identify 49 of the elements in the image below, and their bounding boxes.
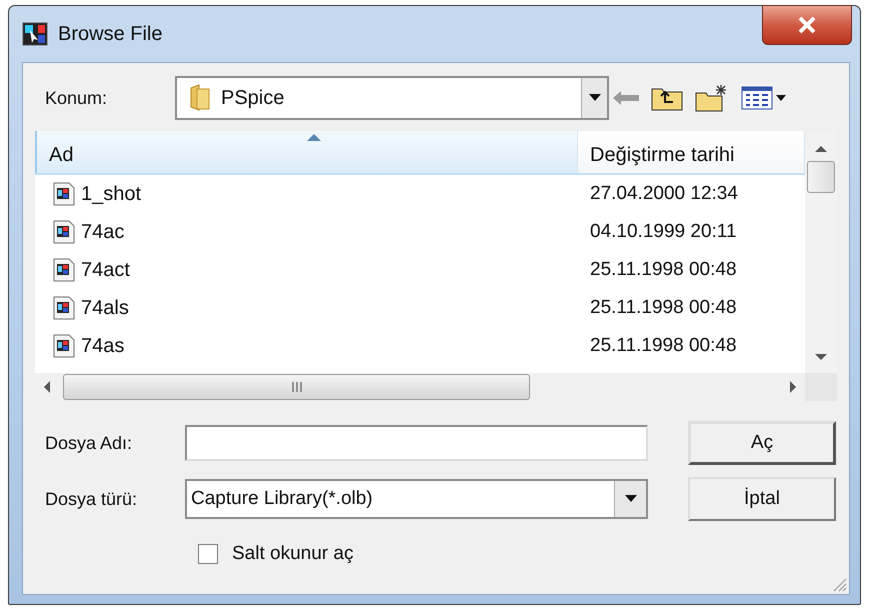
- file-name[interactable]: 74als: [81, 296, 129, 320]
- modified-date: 25.11.1998 00:48: [589, 259, 738, 281]
- scrollbar-corner: [805, 373, 837, 401]
- file-name[interactable]: 74as: [81, 334, 124, 358]
- close-button[interactable]: [762, 5, 852, 45]
- scroll-down-icon[interactable]: [815, 353, 827, 361]
- cancel-button[interactable]: İptal: [688, 477, 836, 521]
- file-name[interactable]: 74ac: [81, 220, 124, 244]
- file-type-dropdown[interactable]: Capture Library(*.olb): [185, 479, 648, 519]
- file-icon: [53, 334, 75, 358]
- location-dropdown[interactable]: PSpice: [175, 76, 609, 120]
- folder-icon: [189, 84, 211, 112]
- open-button[interactable]: Aç: [688, 421, 836, 465]
- close-icon: [797, 16, 817, 34]
- modified-date: 27.04.2000 12:34: [589, 183, 739, 205]
- view-menu-button[interactable]: [741, 86, 787, 110]
- scroll-up-icon[interactable]: [815, 145, 827, 153]
- file-icon: [53, 220, 75, 244]
- file-name[interactable]: 1_shot: [81, 182, 142, 206]
- read-only-checkbox[interactable]: [198, 544, 218, 564]
- file-name-label: Dosya Adı:: [44, 432, 134, 454]
- file-name-field[interactable]: [185, 425, 648, 461]
- file-icon: [53, 182, 75, 206]
- modified-date: 04.10.1999 20:11: [589, 221, 738, 243]
- caret-icon: [624, 495, 636, 503]
- column-header[interactable]: Ad: [35, 131, 578, 173]
- file-icon: [53, 258, 75, 282]
- modified-date: 25.11.1998 00:48: [589, 297, 738, 319]
- location-label: Konum:: [44, 88, 108, 108]
- grip-icon: [290, 381, 302, 393]
- scrollbar-thumb[interactable]: [807, 161, 835, 193]
- dropdown-button[interactable]: [581, 78, 607, 118]
- dropdown-button[interactable]: [614, 481, 646, 517]
- scroll-left-icon[interactable]: [43, 381, 51, 393]
- read-only-label: Salt okunur aç: [232, 543, 354, 565]
- modified-date: 25.11.1998 00:48: [589, 335, 738, 357]
- file-name[interactable]: 74act: [81, 258, 130, 282]
- file-type-label: Dosya türü:: [44, 488, 138, 510]
- window-title: Browse File: [58, 22, 162, 46]
- sort-arrow-icon: [307, 133, 321, 141]
- horizontal-scrollbar[interactable]: [35, 373, 805, 401]
- scrollbar-thumb[interactable]: [63, 374, 530, 400]
- app-icon: [22, 22, 48, 46]
- column-header[interactable]: Değiştirme tarihi: [578, 131, 805, 173]
- new-folder-button[interactable]: [695, 84, 729, 112]
- caret-icon: [588, 94, 600, 102]
- resize-grip-icon[interactable]: [831, 576, 847, 592]
- scroll-right-icon[interactable]: [789, 381, 797, 393]
- file-icon: [53, 296, 75, 320]
